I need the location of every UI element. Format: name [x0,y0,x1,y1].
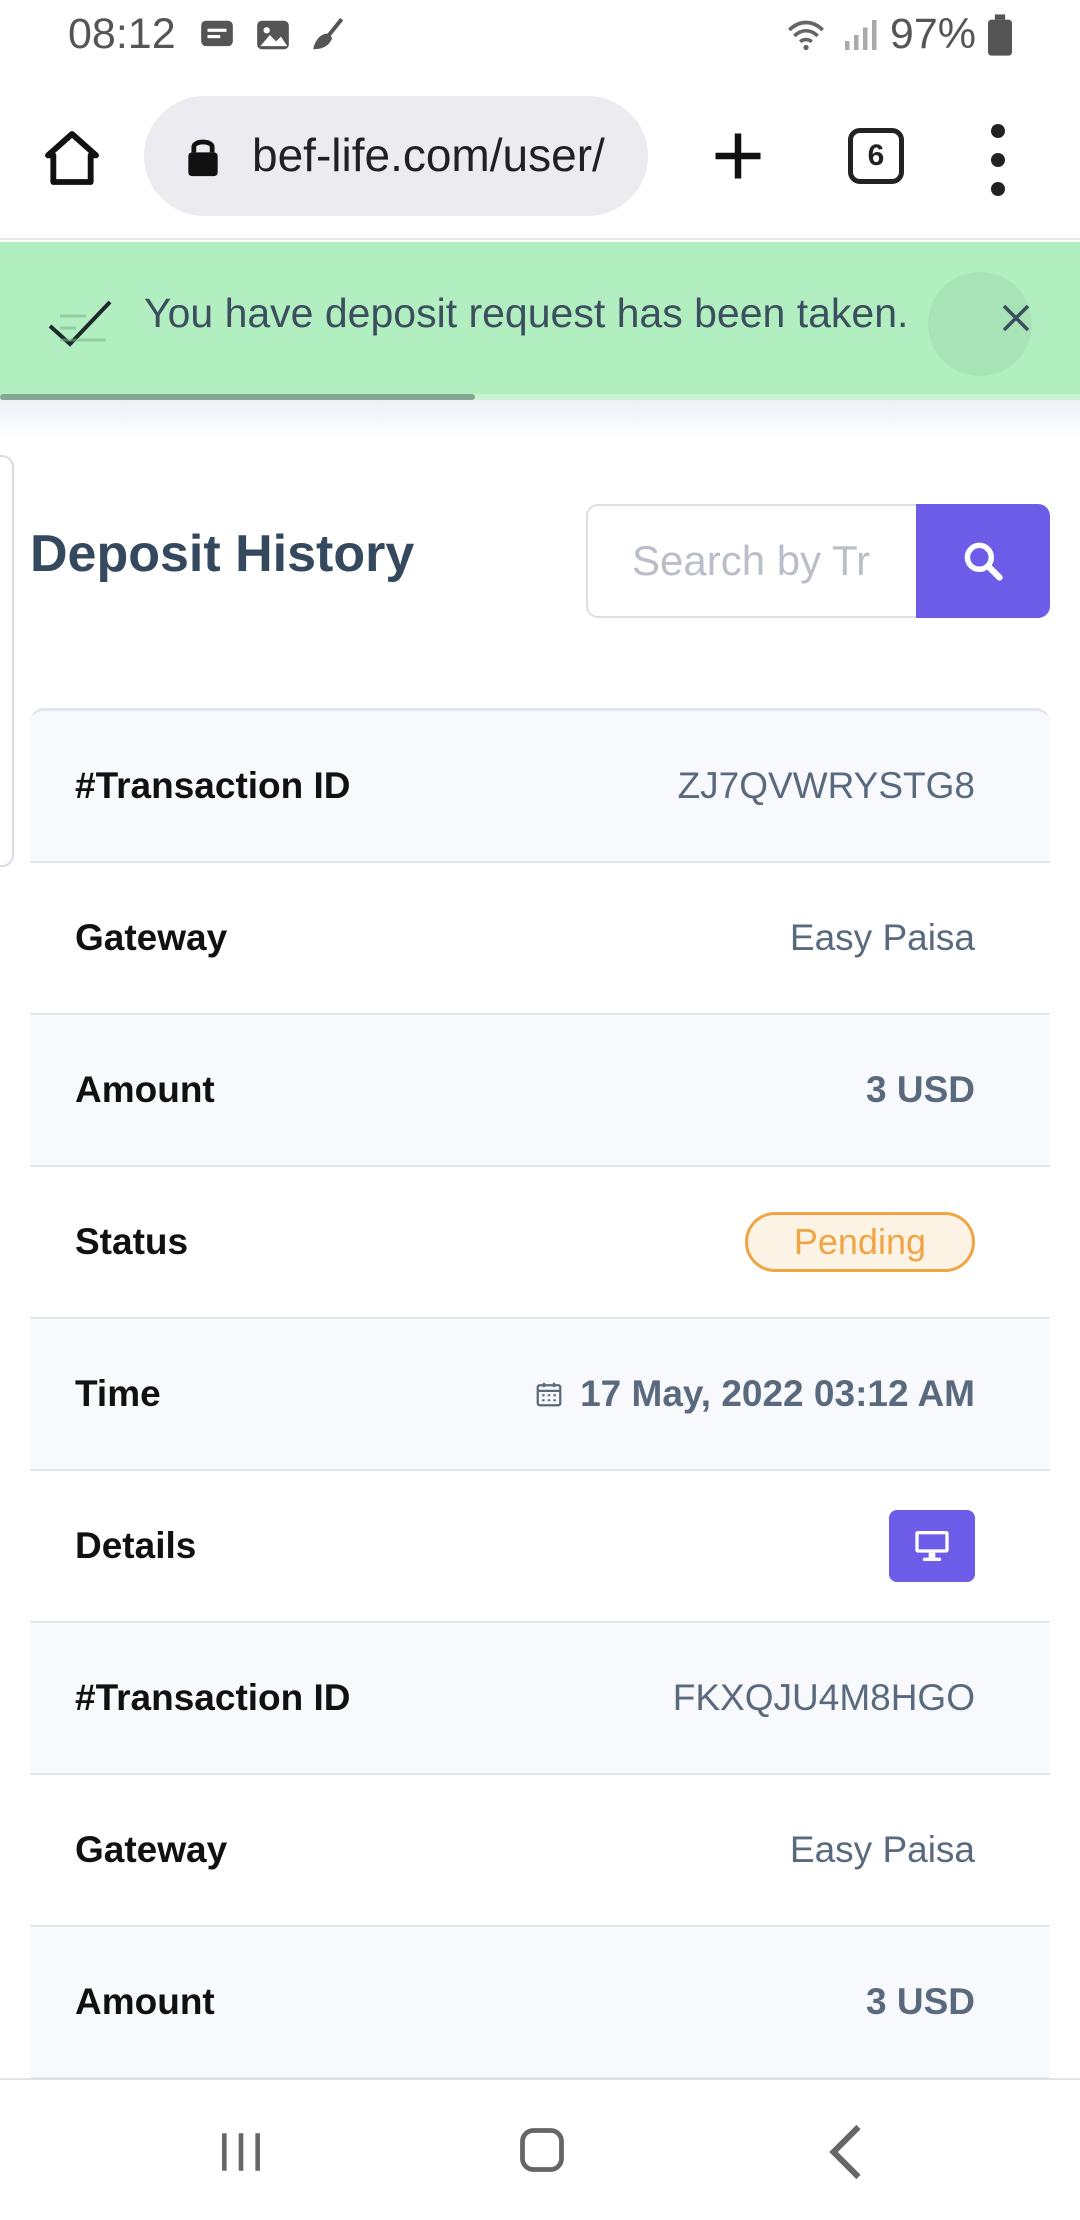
toast-message: You have deposit request has been taken. [144,290,909,336]
gateway-value: Easy Paisa [789,1829,975,1870]
table-row: Time 17 May, 2022 03:12 AM [30,1319,1050,1471]
system-nav-bar [0,2078,1080,2220]
gateway-value: Easy Paisa [789,917,975,958]
amount-label: Amount [75,1981,215,2022]
url-text: bef-life.com/user/ [252,129,605,181]
table-row: #Transaction ID ZJ7QVWRYSTG8 [30,711,1050,863]
status-bar: 08:12 97% [0,0,1080,72]
deposit-history-table: #Transaction ID ZJ7QVWRYSTG8 Gateway Eas… [30,708,1050,2079]
close-icon[interactable] [998,300,1034,336]
table-row: #Transaction ID FKXQJU4M8HGO [30,1623,1050,1775]
battery-percent: 97% [889,10,976,58]
transaction-id-label: #Transaction ID [75,1677,351,1718]
more-options-icon[interactable] [986,124,1010,196]
details-cell [889,1510,975,1582]
screen: 08:12 97% bef-life.com/user/ 6 You have … [0,0,1080,2220]
details-label: Details [75,1525,197,1566]
time-value: 17 May, 2022 03:12 AM [580,1373,975,1414]
check-icon [48,300,112,347]
table-row: Amount 3 USD [30,1015,1050,1167]
table-row: Amount 3 USD [30,1927,1050,2079]
battery-icon [988,13,1012,56]
status-badge: Pending [744,1212,975,1272]
details-button[interactable] [889,1510,975,1582]
search-form [586,504,1050,618]
card-shadow [0,400,1080,440]
search-icon [964,542,1003,581]
signal-icon [844,19,877,50]
monitor-icon [915,1531,949,1561]
amount-value: 3 USD [866,1069,975,1110]
table-row: Status Pending [30,1167,1050,1319]
table-row: Gateway Easy Paisa [30,1775,1050,1927]
search-button[interactable] [916,504,1050,618]
time-label: Time [75,1373,161,1414]
gateway-label: Gateway [75,917,228,958]
transaction-id-value: ZJ7QVWRYSTG8 [677,765,975,806]
lock-icon [188,139,218,177]
home-icon[interactable] [40,126,104,190]
status-right: 97% [782,10,1012,59]
home-nav-icon[interactable] [516,2124,568,2176]
transaction-id-value: FKXQJU4M8HGO [672,1677,975,1718]
message-icon [201,20,233,47]
side-panel-edge [0,455,14,867]
transaction-id-label: #Transaction ID [75,765,351,806]
recents-icon[interactable] [216,2126,266,2178]
search-input[interactable] [586,504,916,618]
time-cell: 17 May, 2022 03:12 AM [534,1373,975,1415]
image-icon [257,20,289,50]
address-bar[interactable]: bef-life.com/user/ [144,96,648,216]
status-notification-icons [198,16,348,54]
new-tab-icon[interactable] [708,126,768,186]
success-toast: You have deposit request has been taken. [0,242,1080,400]
table-row: Details [30,1471,1050,1623]
gateway-label: Gateway [75,1829,228,1870]
status-label: Status [75,1221,189,1262]
broom-icon [313,17,344,50]
status-cell: Pending [744,1212,975,1272]
browser-toolbar: bef-life.com/user/ 6 [0,80,1080,240]
back-icon[interactable] [826,2122,866,2182]
wifi-icon [787,20,824,50]
status-time: 08:12 [68,10,176,58]
calendar-icon [536,1382,562,1407]
page-title: Deposit History [30,525,415,583]
table-row: Gateway Easy Paisa [30,863,1050,1015]
amount-label: Amount [75,1069,215,1110]
amount-value: 3 USD [866,1981,975,2022]
tab-count: 6 [867,139,885,172]
tab-switcher-button[interactable]: 6 [848,128,904,184]
